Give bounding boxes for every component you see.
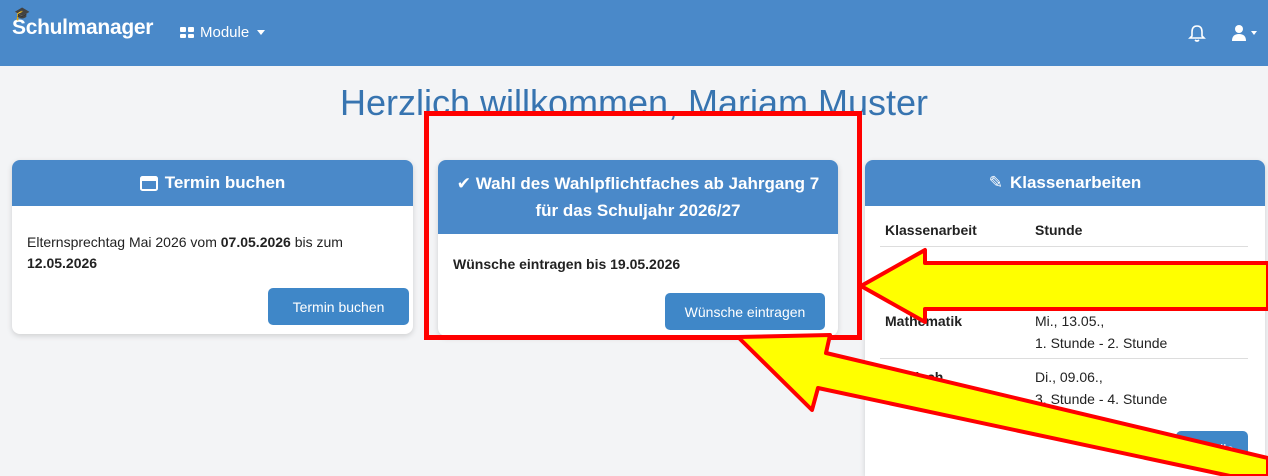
wahl-card-title: ✔ Wahl des Wahlpflichtfaches ab Jahrgang… <box>454 170 822 224</box>
termin-card: Termin buchen Elternsprechtag Mai 2026 v… <box>12 160 413 334</box>
user-icon[interactable] <box>1228 22 1260 44</box>
termin-text-mid: bis zum <box>290 234 343 250</box>
details-button[interactable]: Details <box>1176 431 1248 467</box>
table-row-date: Mi., 13.05., <box>1035 313 1105 329</box>
checkmark-icon: ✔ <box>456 174 471 193</box>
brand-logo[interactable]: 🎓 Schulmanager <box>12 6 154 40</box>
grid-icon <box>180 27 194 38</box>
termin-card-title: Termin buchen <box>164 173 286 192</box>
modules-label: Module <box>200 24 250 41</box>
edit-icon: ✎ <box>988 173 1003 192</box>
termin-date-from: 07.05.2026 <box>220 234 291 250</box>
caret-down-icon <box>257 30 266 35</box>
termin-text-prefix: Elternsprechtag Mai 2026 vom <box>27 234 221 250</box>
termin-buchen-button[interactable]: Termin buchen <box>268 288 409 325</box>
table-divider <box>880 358 1248 359</box>
col-header-stunde: Stunde <box>1035 222 1083 238</box>
termin-card-header: Termin buchen <box>12 160 413 206</box>
klassenarbeiten-card-header: ✎ Klassenarbeiten <box>865 160 1265 206</box>
table-row-date: Di., 09.06., <box>1035 369 1103 385</box>
table-row-time: 3. Stunde - 4. Stunde <box>1035 391 1168 407</box>
wahl-title-text: Wahl des Wahlpflichtfaches ab Jahrgang 7… <box>475 174 820 220</box>
wahl-deadline: Wünsche eintragen bis 19.05.2026 <box>453 256 681 272</box>
graduation-cap-icon: 🎓 <box>14 6 30 21</box>
navbar: 🎓 Schulmanager Module <box>0 0 1268 66</box>
klassenarbeiten-card-title: Klassenarbeiten <box>1009 173 1142 192</box>
welcome-heading: Herzlich willkommen, Mariam Muster <box>339 82 929 123</box>
bell-icon[interactable] <box>1186 22 1208 44</box>
termin-date-to: 12.05.2026 <box>27 255 98 271</box>
table-row-subject: Englisch <box>885 369 944 385</box>
table-row-time: 1. Stunde - 2. Stunde <box>1035 335 1168 351</box>
table-divider <box>880 246 1248 247</box>
wuensche-eintragen-button[interactable]: Wünsche eintragen <box>665 293 825 330</box>
termin-description: Elternsprechtag Mai 2026 vom 07.05.2026 … <box>27 232 397 274</box>
window-icon <box>139 175 158 191</box>
wahl-card-header: ✔ Wahl des Wahlpflichtfaches ab Jahrgang… <box>438 160 838 234</box>
brand-name: Schulmanager <box>12 16 154 39</box>
table-row-subject: Mathematik <box>885 313 963 329</box>
wahl-card: ✔ Wahl des Wahlpflichtfaches ab Jahrgang… <box>438 160 838 336</box>
modules-menu[interactable]: Module <box>180 24 266 41</box>
col-header-klassenarbeit: Klassenarbeit <box>885 222 977 238</box>
